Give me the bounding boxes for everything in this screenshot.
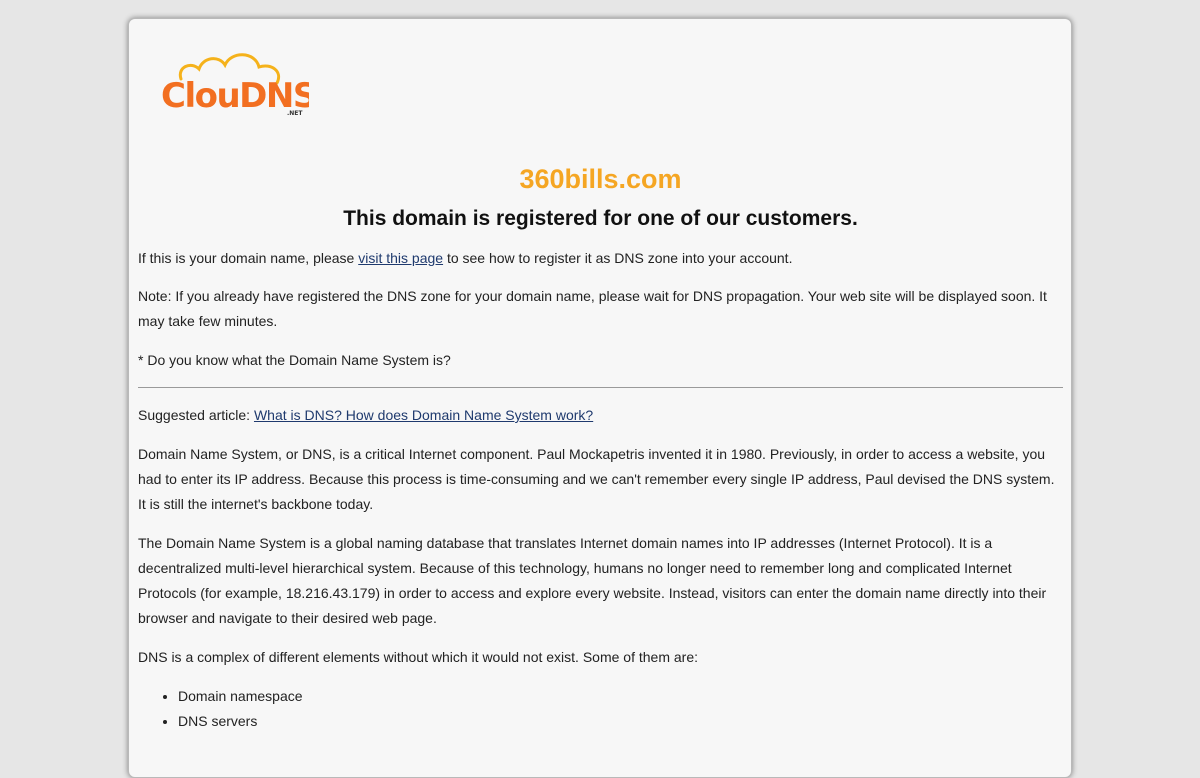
main-content: 360bills.com This domain is registered f… xyxy=(138,162,1063,734)
article-paragraph-1: Domain Name System, or DNS, is a critica… xyxy=(138,446,1055,512)
page-headline: This domain is registered for one of our… xyxy=(343,207,858,230)
suggested-label: Suggested article: xyxy=(138,407,254,423)
list-item: DNS servers xyxy=(178,709,1063,734)
note-paragraph: Note: If you already have registered the… xyxy=(138,288,1047,329)
visit-page-link[interactable]: visit this page xyxy=(358,250,443,266)
dns-elements-list: Domain namespace DNS servers xyxy=(138,684,1063,734)
suggested-article: Suggested article: What is DNS? How does… xyxy=(138,403,1063,428)
intro-paragraph: If this is your domain name, please visi… xyxy=(138,246,1063,271)
article-paragraph-2: The Domain Name System is a global namin… xyxy=(138,535,1047,626)
intro-text-before: If this is your domain name, please xyxy=(138,250,359,266)
domain-title: 360bills.com xyxy=(519,164,682,194)
cloudns-logo[interactable]: ClouDNS .NET xyxy=(159,49,309,119)
suggested-article-link[interactable]: What is DNS? How does Domain Name System… xyxy=(254,407,593,423)
divider xyxy=(138,387,1063,388)
article-paragraph-3: DNS is a complex of different elements w… xyxy=(138,649,698,665)
cloud-logo-icon: ClouDNS .NET xyxy=(161,53,309,117)
dns-question: * Do you know what the Domain Name Syste… xyxy=(138,352,451,368)
list-item: Domain namespace xyxy=(178,684,1063,709)
page-card: ClouDNS .NET 360bills.com This domain is… xyxy=(128,18,1072,778)
intro-text-after: to see how to register it as DNS zone in… xyxy=(443,250,793,266)
logo-suffix: .NET xyxy=(287,110,303,117)
